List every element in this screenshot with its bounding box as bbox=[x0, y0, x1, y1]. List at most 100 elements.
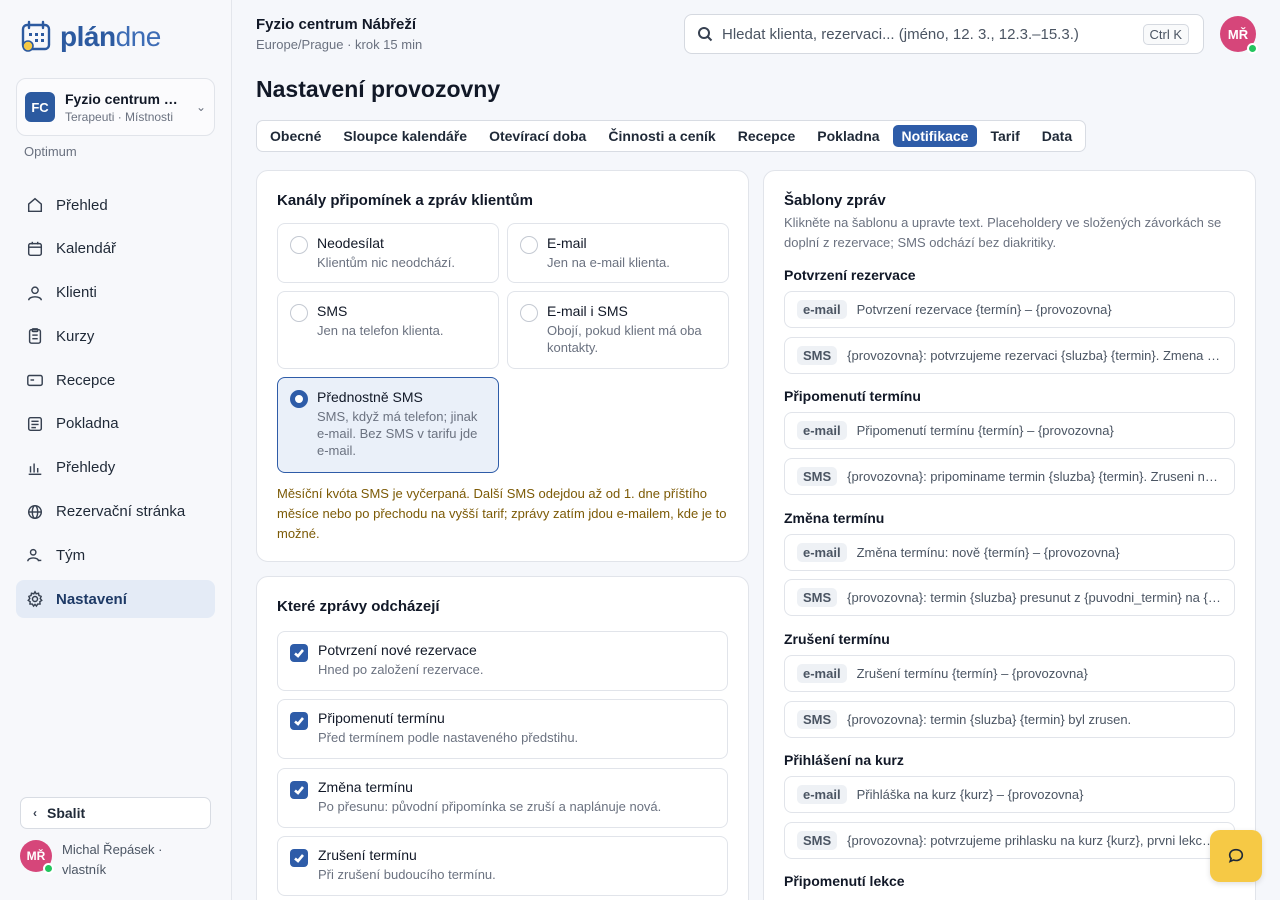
chevron-down-icon: ⌄ bbox=[195, 100, 206, 114]
sidebar-item-pokladna[interactable]: Pokladna bbox=[16, 405, 215, 443]
template-email-course[interactable]: e-mail Přihláška na kurz {kurz} – {provo… bbox=[784, 776, 1235, 813]
clipboard-icon bbox=[28, 328, 42, 345]
header-timezone-info: Europe/Prague · krok 15 min bbox=[256, 37, 423, 52]
checkbox-checked[interactable] bbox=[290, 644, 308, 662]
chat-bubble-icon bbox=[1228, 848, 1244, 863]
user-name: Michal Řepásek · bbox=[62, 842, 163, 857]
sidebar-nav: Přehled Kalendář Klienti Kurzy Recepce P… bbox=[16, 186, 215, 624]
email-tag: e-mail bbox=[797, 421, 847, 440]
sidebar-item-recepce[interactable]: Recepce bbox=[16, 361, 215, 399]
workspace-subtitle: Terapeuti · Místnosti bbox=[65, 109, 174, 124]
radio-button[interactable] bbox=[520, 236, 538, 254]
header-avatar[interactable]: MŘ bbox=[1220, 16, 1258, 54]
user-role: vlastník bbox=[62, 862, 107, 877]
page-title: Nastavení provozovny bbox=[256, 76, 501, 102]
channel-option-none[interactable]: Neodesílat Klientům nic neodchází. bbox=[277, 223, 499, 283]
chat-button[interactable] bbox=[1210, 830, 1262, 882]
template-email-reminder[interactable]: e-mail Připomenutí termínu {termín} – {p… bbox=[784, 412, 1235, 449]
sidebar-item-kalendar[interactable]: Kalendář bbox=[16, 230, 215, 268]
templates-card-title: Šablony zpráv bbox=[784, 192, 886, 209]
sidebar: plándne FC Fyzio centrum Nábřeží Terapeu… bbox=[0, 0, 232, 900]
message-toggle-cancellation[interactable]: Zrušení termínu Při zrušení budoucího te… bbox=[277, 836, 728, 896]
messages-card-title: Které zprávy odcházejí bbox=[277, 598, 440, 615]
sms-quota-warning: Měsíční kvóta SMS je vyčerpaná. Další SM… bbox=[277, 486, 727, 541]
template-sms-course[interactable]: SMS {provozovna}: potvrzujeme prihlasku … bbox=[784, 822, 1235, 859]
sidebar-item-tym[interactable]: Tým bbox=[16, 536, 215, 574]
radio-button[interactable] bbox=[290, 304, 308, 322]
register-icon bbox=[27, 416, 43, 432]
sms-tag: SMS bbox=[797, 831, 838, 850]
channel-option-prefer-sms[interactable]: Přednostně SMS SMS, když má telefon; jin… bbox=[277, 377, 499, 473]
search-bar[interactable]: Ctrl K bbox=[684, 14, 1204, 54]
collapse-sidebar-button[interactable]: ‹ Sbalit bbox=[20, 797, 211, 829]
logo[interactable]: plándne bbox=[20, 20, 161, 54]
gear-icon bbox=[27, 590, 43, 608]
check-icon bbox=[294, 649, 304, 658]
template-group-title: Připomenutí lekce bbox=[784, 873, 905, 889]
avatar: MŘ bbox=[20, 840, 54, 874]
tab-cinnosti-a-cenik[interactable]: Činnosti a ceník bbox=[599, 125, 724, 147]
calendar-logo-icon bbox=[21, 20, 51, 52]
brand-name: plándne bbox=[60, 21, 161, 52]
template-group-title: Zrušení termínu bbox=[784, 631, 890, 647]
tab-pokladna[interactable]: Pokladna bbox=[808, 125, 888, 147]
tab-sloupce-kalendare[interactable]: Sloupce kalendáře bbox=[334, 125, 476, 147]
sidebar-item-kurzy[interactable]: Kurzy bbox=[16, 317, 215, 355]
calendar-icon bbox=[27, 241, 43, 256]
templates-card: Šablony zpráv Klikněte na šablonu a upra… bbox=[763, 170, 1256, 900]
sms-tag: SMS bbox=[797, 467, 838, 486]
radio-button[interactable] bbox=[290, 236, 308, 254]
template-sms-change[interactable]: SMS {provozovna}: termin {sluzba} presun… bbox=[784, 579, 1235, 616]
radio-button-selected[interactable] bbox=[290, 390, 308, 408]
home-icon bbox=[27, 197, 43, 213]
channel-option-sms[interactable]: SMS Jen na telefon klienta. bbox=[277, 291, 499, 369]
search-icon bbox=[698, 27, 713, 42]
template-sms-reminder[interactable]: SMS {provozovna}: pripominame termin {sl… bbox=[784, 458, 1235, 495]
email-tag: e-mail bbox=[797, 664, 847, 683]
workspace-name: Fyzio centrum Nábřeží bbox=[65, 90, 187, 107]
user-icon bbox=[27, 286, 43, 301]
radio-button[interactable] bbox=[520, 304, 538, 322]
tab-tarif[interactable]: Tarif bbox=[981, 125, 1028, 147]
sidebar-item-prehled[interactable]: Přehled bbox=[16, 186, 215, 224]
tab-obecne[interactable]: Obecné bbox=[261, 125, 330, 147]
tab-notifikace[interactable]: Notifikace bbox=[892, 125, 978, 147]
plan-name: Optimum bbox=[24, 144, 77, 159]
email-tag: e-mail bbox=[797, 300, 847, 319]
template-email-cancellation[interactable]: e-mail Zrušení termínu {termín} – {provo… bbox=[784, 655, 1235, 692]
message-toggle-reminder[interactable]: Připomenutí termínu Před termínem podle … bbox=[277, 699, 728, 759]
check-icon bbox=[294, 786, 304, 795]
checkbox-checked[interactable] bbox=[290, 849, 308, 867]
checkbox-checked[interactable] bbox=[290, 712, 308, 730]
user-profile[interactable]: MŘ Michal Řepásek · vlastník bbox=[20, 840, 162, 880]
message-toggle-new-booking[interactable]: Potvrzení nové rezervace Hned po založen… bbox=[277, 631, 728, 691]
chevron-left-icon: ‹ bbox=[33, 806, 37, 820]
sms-tag: SMS bbox=[797, 710, 838, 729]
sidebar-item-rezervacni-stranka[interactable]: Rezervační stránka bbox=[16, 493, 215, 531]
tab-recepce[interactable]: Recepce bbox=[729, 125, 805, 147]
sidebar-item-prehledy[interactable]: Přehledy bbox=[16, 449, 215, 487]
template-email-confirmation[interactable]: e-mail Potvrzení rezervace {termín} – {p… bbox=[784, 291, 1235, 328]
checkbox-checked[interactable] bbox=[290, 781, 308, 799]
template-group-title: Přihlášení na kurz bbox=[784, 752, 904, 768]
card-icon bbox=[27, 374, 43, 387]
channel-option-email[interactable]: E-mail Jen na e-mail klienta. bbox=[507, 223, 729, 283]
sidebar-item-nastaveni[interactable]: Nastavení bbox=[16, 580, 215, 619]
tab-data[interactable]: Data bbox=[1033, 125, 1081, 147]
template-email-change[interactable]: e-mail Změna termínu: nově {termín} – {p… bbox=[784, 534, 1235, 571]
templates-description: Klikněte na šablonu a upravte text. Plac… bbox=[784, 215, 1222, 250]
sidebar-item-klienti[interactable]: Klienti bbox=[16, 274, 215, 312]
sms-tag: SMS bbox=[797, 588, 838, 607]
channels-card: Kanály připomínek a zpráv klientům Neode… bbox=[256, 170, 749, 562]
message-toggle-change[interactable]: Změna termínu Po přesunu: původní připom… bbox=[277, 768, 728, 828]
team-icon bbox=[27, 549, 42, 562]
template-sms-cancellation[interactable]: SMS {provozovna}: termin {sluzba} {termi… bbox=[784, 701, 1235, 738]
template-sms-confirmation[interactable]: SMS {provozovna}: potvrzujeme rezervaci … bbox=[784, 337, 1235, 374]
workspace-switcher[interactable]: FC Fyzio centrum Nábřeží Terapeuti · Mís… bbox=[16, 78, 215, 136]
search-input[interactable] bbox=[722, 25, 1132, 43]
online-status-dot bbox=[1247, 43, 1258, 54]
channel-option-email-and-sms[interactable]: E-mail i SMS Obojí, pokud klient má oba … bbox=[507, 291, 729, 369]
globe-icon bbox=[27, 504, 43, 519]
email-tag: e-mail bbox=[797, 543, 847, 562]
tab-oteviraci-doba[interactable]: Otevírací doba bbox=[480, 125, 595, 147]
